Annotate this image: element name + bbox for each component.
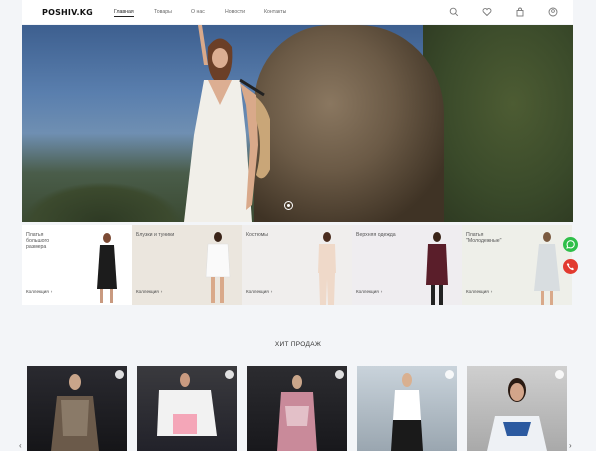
favorite-button[interactable] — [115, 370, 124, 379]
product-image — [391, 373, 423, 451]
hero-tree — [254, 25, 444, 222]
hero-bush — [22, 182, 182, 222]
bag-icon[interactable] — [515, 7, 525, 17]
category-model-image — [205, 232, 231, 303]
category-cta: Коллекция — [246, 289, 269, 294]
category-link[interactable]: Коллекция › — [356, 289, 382, 294]
category-strip: Платья большого размера Коллекция › Блузк… — [22, 225, 573, 305]
product-image — [487, 378, 547, 451]
category-cta: Коллекция — [26, 289, 49, 294]
category-cta: Коллекция — [356, 289, 379, 294]
slider-dot[interactable] — [284, 201, 293, 210]
category-title: Платья "Молодежные" — [466, 232, 502, 245]
product-card[interactable] — [467, 366, 567, 451]
category-card-blouses[interactable]: Блузки и туники Коллекция › — [132, 225, 242, 305]
phone-button[interactable] — [563, 259, 578, 274]
category-title: Костюмы — [246, 232, 269, 238]
carousel-prev-button[interactable]: ‹ — [19, 441, 22, 450]
user-icon[interactable] — [548, 7, 558, 17]
bestsellers-carousel — [27, 366, 572, 451]
product-card[interactable] — [247, 366, 347, 451]
product-image — [277, 375, 317, 451]
hero-foliage — [423, 25, 573, 222]
nav-home[interactable]: Главная — [114, 9, 134, 17]
product-card[interactable] — [27, 366, 127, 451]
arrow-right-icon: › — [50, 289, 53, 294]
category-link[interactable]: Коллекция › — [466, 289, 492, 294]
category-title: Платья большого размера — [26, 232, 50, 251]
favorite-button[interactable] — [225, 370, 234, 379]
category-model-image — [534, 232, 560, 305]
category-model-image — [318, 232, 336, 305]
arrow-right-icon: › — [380, 289, 383, 294]
arrow-right-icon: › — [160, 289, 163, 294]
category-card-suits[interactable]: Костюмы Коллекция › — [242, 225, 352, 305]
hero-banner[interactable] — [22, 25, 573, 222]
category-title: Блузки и туники — [136, 232, 175, 238]
category-cta: Коллекция — [466, 289, 489, 294]
favorite-button[interactable] — [445, 370, 454, 379]
arrow-right-icon: › — [270, 289, 273, 294]
category-cta: Коллекция — [136, 289, 159, 294]
favorite-button[interactable] — [335, 370, 344, 379]
nav-contacts[interactable]: Контакты — [264, 9, 286, 15]
category-card-outerwear[interactable]: Верхняя одежда Коллекция › — [352, 225, 462, 305]
category-link[interactable]: Коллекция › — [136, 289, 162, 294]
nav-about[interactable]: О нас — [191, 9, 205, 15]
nav-products[interactable]: Товары — [154, 9, 172, 15]
category-model-image — [97, 233, 117, 303]
category-card-plus-size[interactable]: Платья большого размера Коллекция › — [22, 225, 132, 305]
product-card[interactable] — [137, 366, 237, 451]
carousel-next-button[interactable]: › — [569, 441, 572, 450]
category-model-image — [426, 232, 448, 305]
bestsellers-title: ХИТ ПРОДАЖ — [274, 341, 322, 348]
top-header: POSHIV.KG Главная Товары О нас Новости К… — [22, 0, 573, 24]
arrow-right-icon: › — [490, 289, 493, 294]
product-image — [157, 373, 217, 436]
category-title: Верхняя одежда — [356, 232, 396, 238]
heart-icon[interactable] — [482, 7, 492, 17]
category-link[interactable]: Коллекция › — [246, 289, 272, 294]
nav-news[interactable]: Новости — [225, 9, 245, 15]
product-card[interactable] — [357, 366, 457, 451]
site-logo[interactable]: POSHIV.KG — [42, 8, 93, 17]
favorite-button[interactable] — [555, 370, 564, 379]
category-link[interactable]: Коллекция › — [26, 289, 52, 294]
whatsapp-button[interactable] — [563, 237, 578, 252]
category-card-youth-dresses[interactable]: Платья "Молодежные" Коллекция › — [462, 225, 572, 305]
product-image — [51, 374, 99, 451]
hero-model-image — [184, 25, 270, 222]
search-icon[interactable] — [449, 7, 459, 17]
whatsapp-icon — [566, 240, 575, 249]
phone-icon — [566, 263, 574, 271]
